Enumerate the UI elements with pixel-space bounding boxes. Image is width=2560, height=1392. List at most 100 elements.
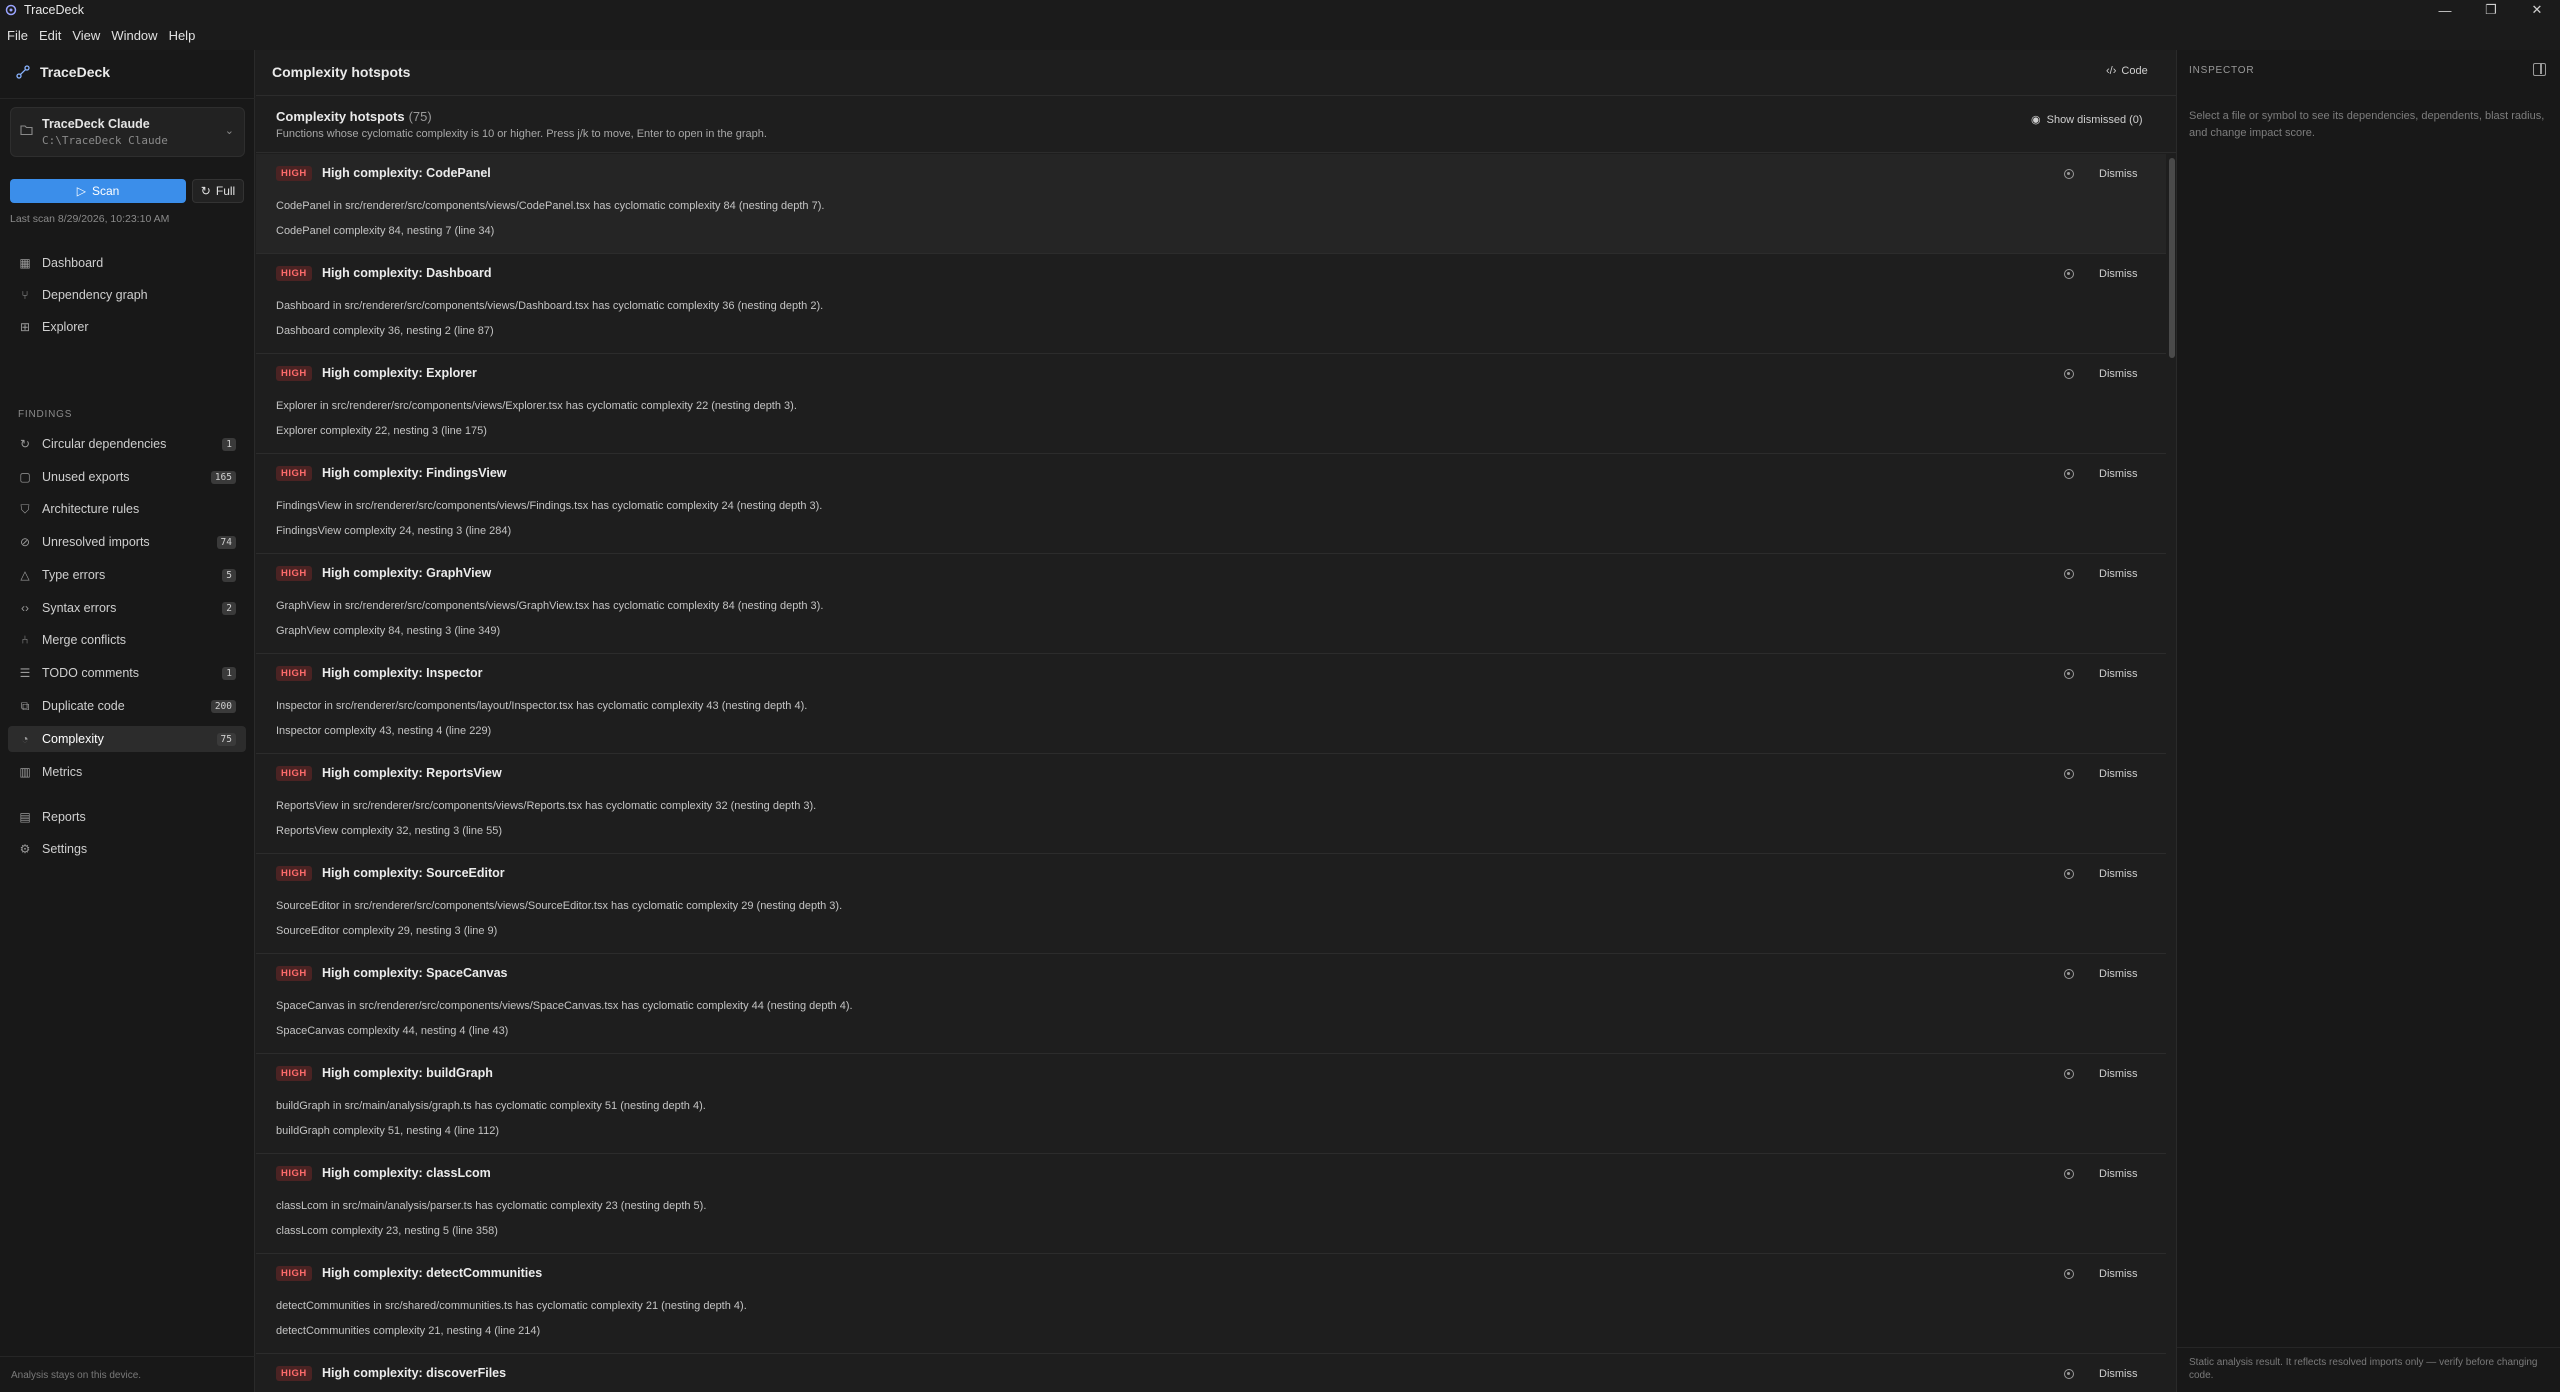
nav-dashboard[interactable]: ▦ Dashboard [8, 250, 246, 276]
locate-icon[interactable] [2064, 669, 2074, 679]
list-item[interactable]: HIGH High complexity: GraphView GraphVie… [256, 554, 2166, 654]
locate-icon[interactable] [2064, 1269, 2074, 1279]
count-badge: 75 [216, 732, 236, 746]
package-icon: ▢ [19, 470, 31, 484]
list-item[interactable]: HIGH High complexity: Inspector Inspecto… [256, 654, 2166, 754]
finding-title: High complexity: SpaceCanvas [322, 966, 508, 980]
dismiss-button[interactable]: Dismiss [2099, 168, 2138, 180]
finding-location: Dashboard complexity 36, nesting 2 (line… [276, 325, 494, 337]
full-scan-button[interactable]: ↻ Full [192, 179, 244, 203]
dismiss-button[interactable]: Dismiss [2099, 1368, 2138, 1380]
locate-icon[interactable] [2064, 869, 2074, 879]
menu-view[interactable]: View [72, 28, 100, 43]
menu-file[interactable]: File [7, 28, 28, 43]
dismiss-button[interactable]: Dismiss [2099, 768, 2138, 780]
list-item[interactable]: HIGH High complexity: discoverFiles Dism… [256, 1354, 2166, 1392]
dismiss-button[interactable]: Dismiss [2099, 968, 2138, 980]
nav-unresolved-imports[interactable]: ⊘ Unresolved imports 74 [8, 529, 246, 555]
nav-settings[interactable]: ⚙ Settings [8, 836, 246, 862]
menu-bar: File Edit View Window Help [0, 20, 2560, 50]
dismiss-button[interactable]: Dismiss [2099, 1168, 2138, 1180]
menu-edit[interactable]: Edit [39, 28, 61, 43]
sidebar: TraceDeck TraceDeck Claude C:\TraceDeck … [0, 50, 255, 1392]
dismiss-button[interactable]: Dismiss [2099, 668, 2138, 680]
severity-badge: HIGH [276, 166, 312, 181]
close-button[interactable]: ✕ [2514, 0, 2560, 20]
count-badge: 200 [210, 699, 236, 713]
dismiss-button[interactable]: Dismiss [2099, 868, 2138, 880]
list-item[interactable]: HIGH High complexity: Explorer Explorer … [256, 354, 2166, 454]
list-item[interactable]: HIGH High complexity: buildGraph buildGr… [256, 1054, 2166, 1154]
severity-badge: HIGH [276, 1366, 312, 1381]
minimize-button[interactable]: — [2422, 0, 2468, 20]
locate-icon[interactable] [2064, 769, 2074, 779]
locate-icon[interactable] [2064, 1069, 2074, 1079]
list-item[interactable]: HIGH High complexity: classLcom classLco… [256, 1154, 2166, 1254]
finding-location: GraphView complexity 84, nesting 3 (line… [276, 625, 501, 637]
nav-circular-dependencies[interactable]: ↻ Circular dependencies 1 [8, 431, 246, 457]
menu-help[interactable]: Help [169, 28, 196, 43]
nav-todo-comments[interactable]: ☰ TODO comments 1 [8, 660, 246, 686]
nav-unused-exports[interactable]: ▢ Unused exports 165 [8, 464, 246, 490]
list-item[interactable]: HIGH High complexity: Dashboard Dashboar… [256, 254, 2166, 354]
list-item[interactable]: HIGH High complexity: detectCommunities … [256, 1254, 2166, 1354]
locate-icon[interactable] [2064, 369, 2074, 379]
inspector-empty-message: Select a file or symbol to see its depen… [2189, 110, 2545, 139]
cycle-icon: ↻ [19, 437, 31, 451]
nav-duplicate-code[interactable]: ⧉ Duplicate code 200 [8, 693, 246, 719]
list-item[interactable]: HIGH High complexity: SourceEditor Sourc… [256, 854, 2166, 954]
locate-icon[interactable] [2064, 169, 2074, 179]
scan-button[interactable]: ▷ Scan [10, 179, 186, 203]
list-item[interactable]: HIGH High complexity: FindingsView Findi… [256, 454, 2166, 554]
severity-badge: HIGH [276, 766, 312, 781]
nav-metrics[interactable]: ▥ Metrics [8, 759, 246, 785]
project-selector[interactable]: TraceDeck Claude C:\TraceDeck Claude ⌄ [10, 107, 245, 157]
nav-explorer[interactable]: ⊞ Explorer [8, 314, 246, 340]
code-button[interactable]: ‹/› Code [2106, 65, 2148, 77]
list-header: Complexity hotspots (75) Functions whose … [256, 97, 2176, 153]
list-item[interactable]: HIGH High complexity: SpaceCanvas SpaceC… [256, 954, 2166, 1054]
nav-dependency-graph[interactable]: ⑂ Dependency graph [8, 282, 246, 308]
dismiss-button[interactable]: Dismiss [2099, 568, 2138, 580]
locate-icon[interactable] [2064, 1369, 2074, 1379]
maximize-button[interactable]: ❐ [2468, 0, 2514, 20]
finding-location: CodePanel complexity 84, nesting 7 (line… [276, 225, 495, 237]
panel-toggle-icon[interactable] [2533, 63, 2546, 76]
locate-icon[interactable] [2064, 469, 2074, 479]
scrollbar[interactable] [2168, 154, 2176, 1392]
locate-icon[interactable] [2064, 269, 2074, 279]
menu-window[interactable]: Window [111, 28, 157, 43]
full-label: Full [215, 184, 236, 198]
nav-label: Type errors [42, 568, 106, 582]
dismiss-button[interactable]: Dismiss [2099, 368, 2138, 380]
finding-location: FindingsView complexity 24, nesting 3 (l… [276, 525, 512, 537]
tree-icon: ⊞ [19, 320, 31, 334]
dismiss-button[interactable]: Dismiss [2099, 268, 2138, 280]
severity-badge: HIGH [276, 966, 312, 981]
list-item[interactable]: HIGH High complexity: CodePanel CodePane… [256, 154, 2166, 254]
page-title: Complexity hotspots [272, 64, 411, 80]
nav-label: Architecture rules [42, 502, 140, 516]
show-dismissed-toggle[interactable]: ◉ Show dismissed (0) [2031, 113, 2143, 127]
nav-type-errors[interactable]: △ Type errors 5 [8, 562, 246, 588]
project-path: C:\TraceDeck Claude [42, 134, 168, 147]
nav-merge-conflicts[interactable]: ⑃ Merge conflicts [8, 627, 246, 653]
severity-badge: HIGH [276, 1266, 312, 1281]
scrollbar-thumb[interactable] [2169, 158, 2175, 358]
dismiss-button[interactable]: Dismiss [2099, 1268, 2138, 1280]
dismiss-button[interactable]: Dismiss [2099, 468, 2138, 480]
nav-syntax-errors[interactable]: ‹› Syntax errors 2 [8, 595, 246, 621]
list-item[interactable]: HIGH High complexity: ReportsView Report… [256, 754, 2166, 854]
locate-icon[interactable] [2064, 569, 2074, 579]
count-badge: 1 [222, 437, 236, 451]
locate-icon[interactable] [2064, 969, 2074, 979]
nav-complexity[interactable]: ◔ Complexity 75 [8, 726, 246, 752]
locate-icon[interactable] [2064, 1169, 2074, 1179]
refresh-icon: ↻ [200, 184, 211, 198]
inspector-title: INSPECTOR [2189, 65, 2255, 76]
nav-label: Dependency graph [42, 288, 148, 302]
nav-architecture-rules[interactable]: ⛉ Architecture rules [8, 496, 246, 522]
list-title: Complexity hotspots (75) [276, 109, 432, 124]
nav-reports[interactable]: ▤ Reports [8, 804, 246, 830]
dismiss-button[interactable]: Dismiss [2099, 1068, 2138, 1080]
